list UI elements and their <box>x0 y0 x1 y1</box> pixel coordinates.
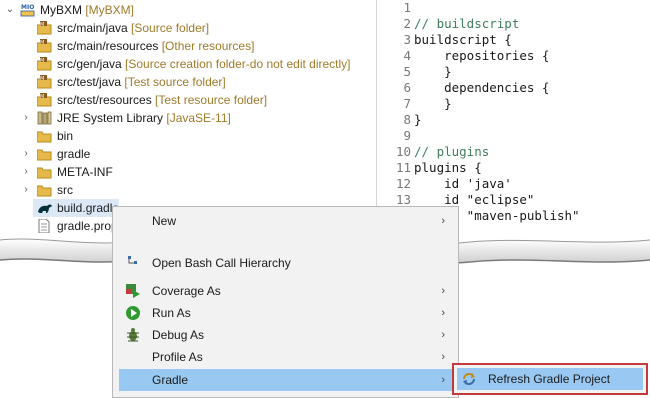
line-number: 8 <box>403 112 411 127</box>
code-line: buildscript { <box>414 32 512 47</box>
library-icon <box>37 111 53 125</box>
menu-item-label: Gradle <box>152 373 189 387</box>
code-line: } <box>414 96 452 111</box>
svg-text:M: M <box>40 76 44 82</box>
folder-icon <box>36 183 53 197</box>
menu-item-new[interactable]: New › <box>119 210 455 232</box>
tree-item-label: META-INF <box>57 165 113 179</box>
menu-item-label: Run As <box>152 306 191 320</box>
menu-item-label: Profile As <box>152 350 203 364</box>
svg-text:M: M <box>40 94 44 100</box>
chevron-right-icon[interactable]: › <box>20 181 32 199</box>
gradle-submenu: Refresh Gradle Project <box>452 363 648 395</box>
code-editor[interactable]: 1 2 3 4 5 6 7 8 9 10 11 12 13 14 // buil… <box>376 0 650 240</box>
submenu-arrow-icon: › <box>441 307 445 319</box>
code-line: repositories { <box>414 48 550 63</box>
coverage-icon <box>125 283 141 299</box>
submenu-arrow-icon: › <box>441 285 445 297</box>
gradle-icon <box>37 201 53 215</box>
code-line-comment: // buildscript <box>414 16 520 31</box>
tree-item-label: src/test/resources <box>57 93 152 107</box>
tree-item-decoration: [Test resource folder] <box>155 93 268 107</box>
line-number: 10 <box>395 144 411 159</box>
chevron-right-icon[interactable]: › <box>20 109 32 127</box>
tree-item-label: src/gen/java <box>57 57 122 71</box>
source-folder-icon: M <box>36 57 53 71</box>
tree-item-label: src/main/java <box>57 21 128 35</box>
source-folder-icon: M <box>36 21 53 35</box>
line-number: 9 <box>403 128 411 143</box>
menu-item-refresh-gradle-project[interactable]: Refresh Gradle Project <box>457 368 643 390</box>
tree-item-selected[interactable]: build.gradle <box>33 199 119 217</box>
tree-item-label: bin <box>57 129 74 143</box>
chevron-right-icon[interactable]: › <box>20 163 32 181</box>
folder-icon <box>36 129 53 143</box>
code-line: dependencies { <box>414 80 550 95</box>
menu-item-label: Debug As <box>152 328 205 342</box>
submenu-arrow-icon: › <box>441 351 445 363</box>
line-number: 11 <box>395 160 411 175</box>
tree-item-decoration: [Source folder] <box>131 21 210 35</box>
menu-item-debug-as[interactable]: Debug As › <box>119 324 455 346</box>
menu-item-run-as[interactable]: Run As › <box>119 302 455 324</box>
tree-item-label: gradle <box>57 147 91 161</box>
code-line: id 'java' <box>414 176 512 191</box>
submenu-arrow-icon: › <box>441 329 445 341</box>
call-hierarchy-icon <box>125 254 141 270</box>
source-folder-icon: M <box>36 75 53 89</box>
tree-item-label: JRE System Library <box>57 111 164 125</box>
chevron-right-icon[interactable]: › <box>20 145 32 163</box>
tree-item-label: build.gradle <box>57 201 120 215</box>
tree-item-decoration: [Test source folder] <box>124 75 226 89</box>
tree-item-decoration: [JavaSE-11] <box>166 111 231 125</box>
context-menu: New › Open Bash Call Hierarchy Coverage … <box>112 206 459 398</box>
svg-text:M: M <box>40 58 44 64</box>
line-number: 7 <box>403 96 411 111</box>
code-line: plugins { <box>414 160 482 175</box>
submenu-arrow-icon: › <box>441 374 445 386</box>
code-line: } <box>414 112 422 127</box>
project-decoration: [MyBXM] <box>85 3 135 17</box>
line-number: 12 <box>395 176 411 191</box>
folder-icon <box>36 147 53 161</box>
run-icon <box>125 305 141 321</box>
code-line-comment: // plugins <box>414 144 490 159</box>
refresh-gradle-icon <box>461 371 477 387</box>
menu-item-label: Coverage As <box>152 284 221 298</box>
submenu-item-label: Refresh Gradle Project <box>488 372 611 386</box>
menu-item-open-bash-call-hierarchy[interactable]: Open Bash Call Hierarchy <box>119 254 455 270</box>
line-number: 5 <box>403 64 411 79</box>
chevron-down-icon[interactable]: ⌄ <box>4 1 16 19</box>
line-number: 3 <box>403 32 411 47</box>
menu-item-gradle[interactable]: Gradle › <box>119 369 455 391</box>
project-explorer: ⌄ MIO MyBXM [MyBXM] M src/main/java [Sou… <box>0 0 370 240</box>
tree-item-decoration: [Other resources] <box>161 39 255 53</box>
svg-text:M: M <box>40 22 44 28</box>
svg-text:M: M <box>40 40 44 46</box>
source-folder-icon: M <box>36 93 53 107</box>
menu-item-profile-as[interactable]: Profile As › <box>119 346 455 368</box>
project-name: MyBXM <box>40 3 82 17</box>
debug-icon <box>125 327 141 343</box>
tree-item-label: src/test/java <box>57 75 122 89</box>
line-number: 1 <box>403 0 411 15</box>
menu-item-coverage-as[interactable]: Coverage As › <box>119 280 455 302</box>
folder-icon <box>36 165 53 179</box>
line-number: 2 <box>403 16 411 31</box>
line-number: 6 <box>403 80 411 95</box>
tree-item-decoration: [Source creation folder-do not edit dire… <box>125 57 351 71</box>
line-number: 4 <box>403 48 411 63</box>
project-icon: MIO <box>20 3 36 17</box>
menu-item-label: Open Bash Call Hierarchy <box>152 256 291 270</box>
code-line: } <box>414 64 452 79</box>
source-folder-icon: M <box>36 39 53 53</box>
svg-text:MIO: MIO <box>21 4 34 11</box>
menu-item-label: New <box>152 214 177 228</box>
tree-item-label: src <box>57 183 73 197</box>
tree-item-label: src/main/resources <box>57 39 159 53</box>
submenu-arrow-icon: › <box>441 215 445 227</box>
